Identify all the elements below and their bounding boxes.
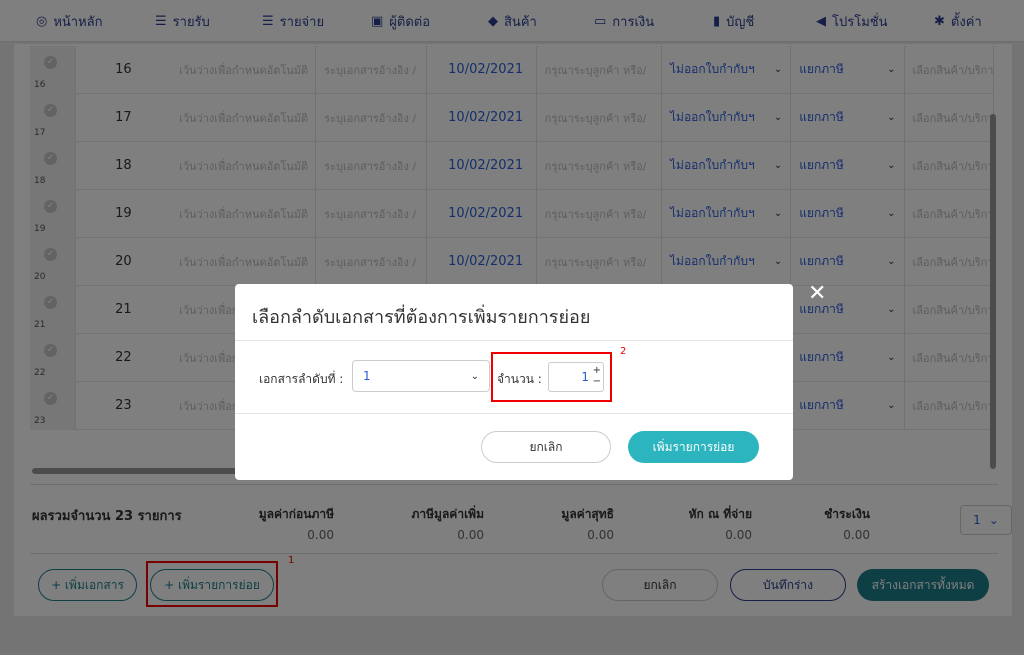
- chevron-down-icon: ⌄: [470, 370, 479, 382]
- modal-cancel-button[interactable]: ยกเลิก: [481, 431, 611, 463]
- document-order-value: 1: [363, 369, 371, 383]
- add-subitem-modal: เลือกลำดับเอกสารที่ต้องการเพิ่มรายการย่อ…: [235, 284, 793, 480]
- modal-divider: [235, 340, 793, 341]
- annotation-label-2: 2: [620, 346, 627, 357]
- modal-footer-divider: [235, 413, 793, 414]
- close-icon[interactable]: ✕: [808, 283, 826, 305]
- annotation-box-2: [491, 352, 612, 402]
- modal-add-subitem-button[interactable]: เพิ่มรายการย่อย: [628, 431, 759, 463]
- modal-title: เลือกลำดับเอกสารที่ต้องการเพิ่มรายการย่อ…: [252, 307, 591, 328]
- document-order-label: เอกสารลำดับที่ :: [259, 372, 344, 386]
- document-order-select[interactable]: 1 ⌄: [352, 360, 490, 392]
